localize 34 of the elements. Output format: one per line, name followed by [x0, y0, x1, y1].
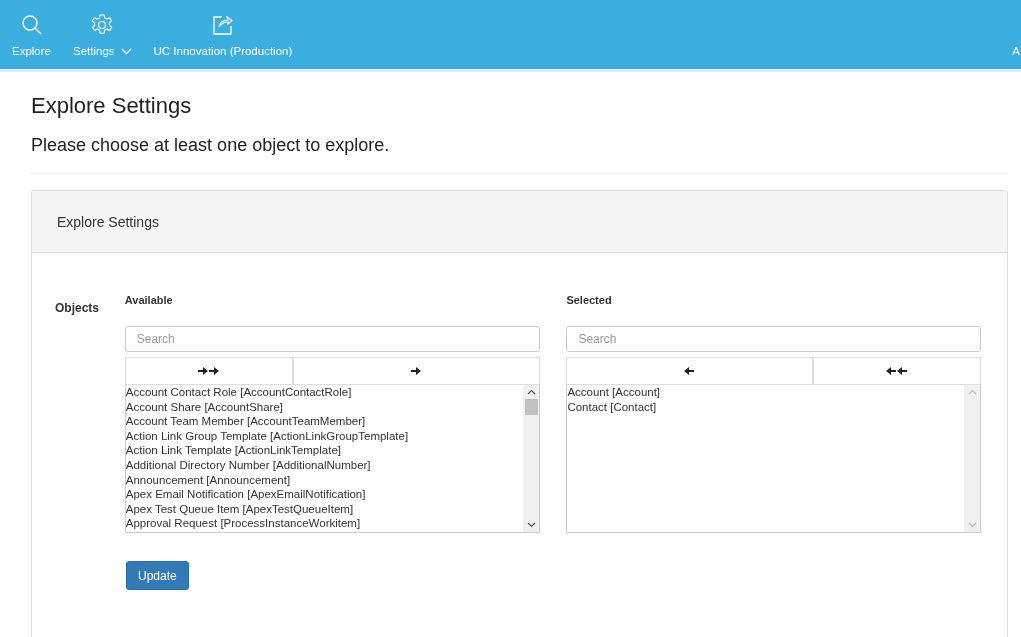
- list-option[interactable]: Additional Directory Number [AdditionalNumber]: [125, 457, 524, 473]
- share-icon[interactable]: [211, 14, 234, 36]
- move-button[interactable]: [292, 357, 541, 385]
- arrow-icon: [197, 367, 220, 375]
- page-title: Explore Settings: [31, 93, 193, 119]
- list-option[interactable]: Account Team Member [AccountTeamMember]: [125, 414, 524, 429]
- list-option[interactable]: Account Share [AccountShare]: [125, 399, 524, 415]
- page-subtitle: Please choose at least one object to explore.: [31, 135, 391, 156]
- column-label: Selected: [566, 294, 613, 308]
- panel-heading: Explore Settings: [57, 213, 159, 230]
- list-option[interactable]: Account [Account]: [567, 385, 964, 400]
- arrow-icon: [684, 367, 696, 375]
- settings-icon[interactable]: [91, 14, 114, 36]
- arrow-icon: [886, 367, 908, 375]
- scrollbar-drawing[interactable]: [964, 385, 980, 532]
- scrollbar-drawing[interactable]: [523, 385, 540, 532]
- search-field[interactable]: Search: [124, 326, 541, 352]
- move-button[interactable]: [124, 357, 293, 385]
- field-label: Objects: [55, 300, 100, 317]
- list-option[interactable]: Action Link Group Template [ActionLinkGroupTemplate]: [125, 428, 524, 444]
- column-label: Available: [124, 294, 174, 308]
- list-option[interactable]: Action Link Template [ActionLinkTemplate]: [125, 443, 524, 458]
- list-option[interactable]: Apex Test Queue Item [ApexTestQueueItem]: [125, 501, 524, 517]
- list-option[interactable]: Apex Email Notification [ApexEmailNotification]: [125, 487, 524, 502]
- move-button[interactable]: [813, 357, 981, 385]
- arrow-icon: [411, 367, 423, 375]
- list-option[interactable]: Account Contact Role [AccountContactRole]: [125, 385, 524, 400]
- list-option[interactable]: Contact [Contact]: [567, 399, 964, 415]
- search-field[interactable]: Search: [566, 326, 981, 352]
- list-option[interactable]: Approval Request [ProcessInstanceWorkitem]: [125, 516, 524, 531]
- list-option[interactable]: Announcement [Announcement]: [125, 472, 524, 488]
- search-icon[interactable]: [20, 14, 43, 36]
- move-button[interactable]: [566, 357, 813, 385]
- update-button[interactable]: Update: [126, 561, 189, 590]
